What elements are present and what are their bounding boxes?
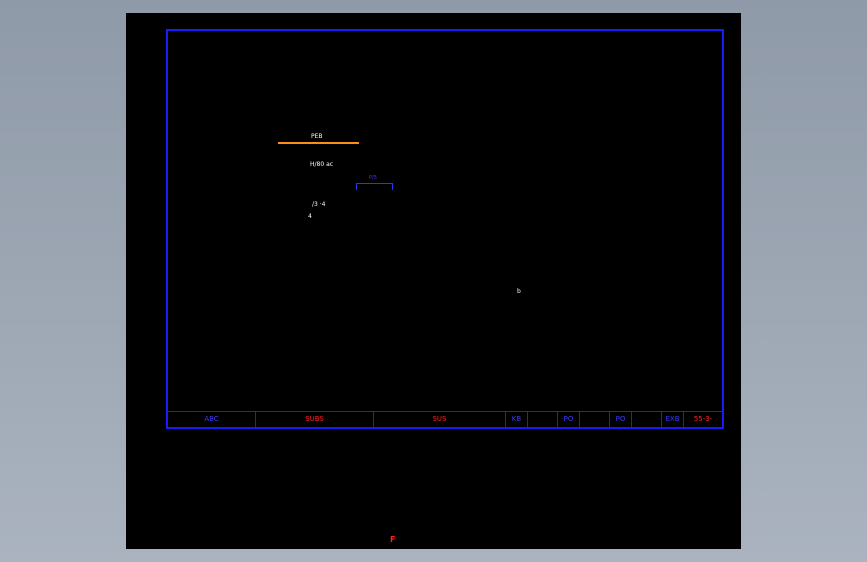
bracket-label: P/5 xyxy=(369,175,377,181)
annotation-sub: H/80 ac xyxy=(310,161,334,168)
title-block-cell: SUBS xyxy=(256,412,374,427)
annotation-top: PEB xyxy=(311,133,323,140)
cad-viewer-window: { "drawing": { "annotation_top": "PEB", … xyxy=(0,0,867,562)
title-block-cell: PO xyxy=(610,412,632,427)
annotation-low: 4 xyxy=(308,213,312,220)
annotation-mid: /3 ·4 xyxy=(312,201,326,208)
dimension-bracket xyxy=(356,183,393,190)
drawing-border-frame: PEB H/80 ac P/5 /3 ·4 4 b ABC SUBS SUS K… xyxy=(166,29,724,429)
title-block-cell: PO xyxy=(558,412,580,427)
bottom-mark: F xyxy=(390,535,396,544)
title-block-cell: EXB xyxy=(662,412,684,427)
annotation-center: b xyxy=(517,288,521,295)
title-block-cell: KB xyxy=(506,412,528,427)
title-block-cell xyxy=(632,412,662,427)
title-block-cell: ABC xyxy=(168,412,256,427)
title-block-cell: SUS xyxy=(374,412,506,427)
orange-dimension-line xyxy=(278,142,359,144)
title-block: ABC SUBS SUS KB PO PO EXB 55-3- xyxy=(168,411,722,427)
drawing-canvas[interactable]: PEB H/80 ac P/5 /3 ·4 4 b ABC SUBS SUS K… xyxy=(126,13,741,549)
title-block-cell xyxy=(528,412,558,427)
title-block-cell: 55-3- xyxy=(693,415,713,423)
title-block-cell xyxy=(580,412,610,427)
